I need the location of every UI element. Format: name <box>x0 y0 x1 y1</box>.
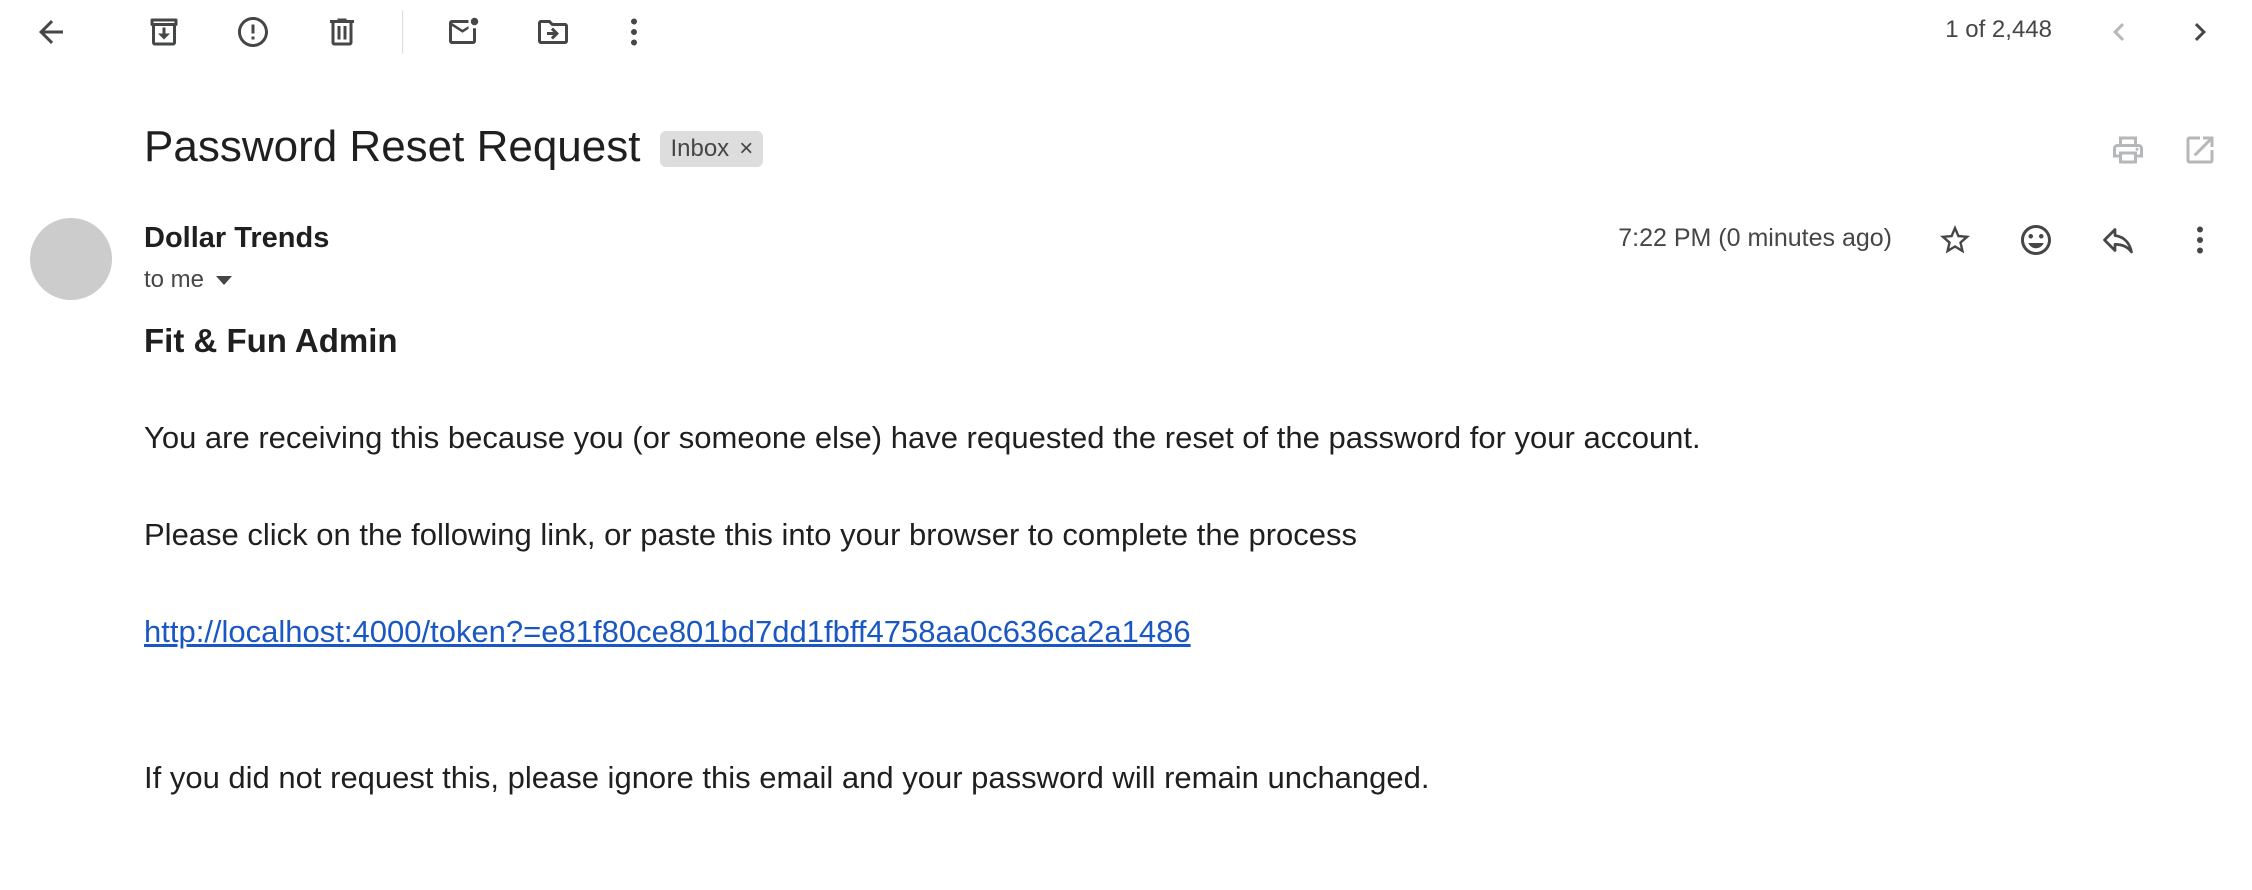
reply-icon <box>2103 228 2133 254</box>
chevron-right-icon <box>2194 23 2206 41</box>
back-button[interactable] <box>21 2 81 62</box>
remove-label-button[interactable]: × <box>739 135 753 163</box>
more-vert-icon <box>631 18 637 46</box>
delete-icon <box>330 18 354 46</box>
more-options-button[interactable] <box>604 2 664 62</box>
caret-down-icon <box>216 275 233 285</box>
older-button[interactable] <box>2170 2 2230 62</box>
body-paragraph-3: If you did not request this, please igno… <box>144 760 1430 795</box>
move-to-button[interactable] <box>523 2 583 62</box>
open-new-window-button[interactable] <box>2170 120 2230 180</box>
report-spam-icon <box>238 17 268 47</box>
mark-unread-button[interactable] <box>434 2 494 62</box>
move-to-icon <box>538 20 568 44</box>
body-heading: Fit & Fun Admin <box>144 322 398 359</box>
more-vert-icon <box>2197 226 2203 254</box>
label-text: Inbox <box>670 135 730 162</box>
print-button[interactable] <box>2098 120 2158 180</box>
star-button[interactable] <box>1925 210 1985 270</box>
mark-unread-icon <box>449 17 479 44</box>
recipient-details[interactable]: to me <box>144 266 233 294</box>
emoji-icon <box>2021 225 2051 255</box>
delete-button[interactable] <box>312 2 372 62</box>
open-new-window-icon <box>2186 136 2214 164</box>
toolbar-divider <box>402 10 403 54</box>
recipient-label: to me <box>144 266 205 293</box>
reset-link[interactable]: http://localhost:4000/token?=e81f80ce801… <box>144 614 1191 650</box>
sender-name[interactable]: Dollar Trends <box>144 222 329 255</box>
email-subject: Password Reset Request <box>144 122 641 171</box>
newer-button[interactable] <box>2089 2 2149 62</box>
sender-avatar[interactable] <box>30 218 112 300</box>
archive-icon <box>150 18 178 46</box>
back-icon <box>39 20 63 44</box>
reply-button[interactable] <box>2088 210 2148 270</box>
emoji-reaction-button[interactable] <box>2006 210 2066 270</box>
star-icon <box>1940 225 1970 254</box>
archive-button[interactable] <box>134 2 194 62</box>
report-spam-button[interactable] <box>223 2 283 62</box>
subject-row: Password Reset Request Inbox × <box>144 122 764 172</box>
chevron-left-icon <box>2113 23 2125 41</box>
message-more-button[interactable] <box>2170 210 2230 270</box>
body-paragraph-1: You are receiving this because you (or s… <box>144 420 1701 455</box>
inbox-label-chip[interactable]: Inbox × <box>660 131 764 167</box>
message-counter: 1 of 2,448 <box>1945 16 2052 43</box>
email-timestamp: 7:22 PM (0 minutes ago) <box>1618 224 1892 252</box>
print-icon <box>2113 136 2143 164</box>
body-paragraph-2: Please click on the following link, or p… <box>144 517 1358 552</box>
